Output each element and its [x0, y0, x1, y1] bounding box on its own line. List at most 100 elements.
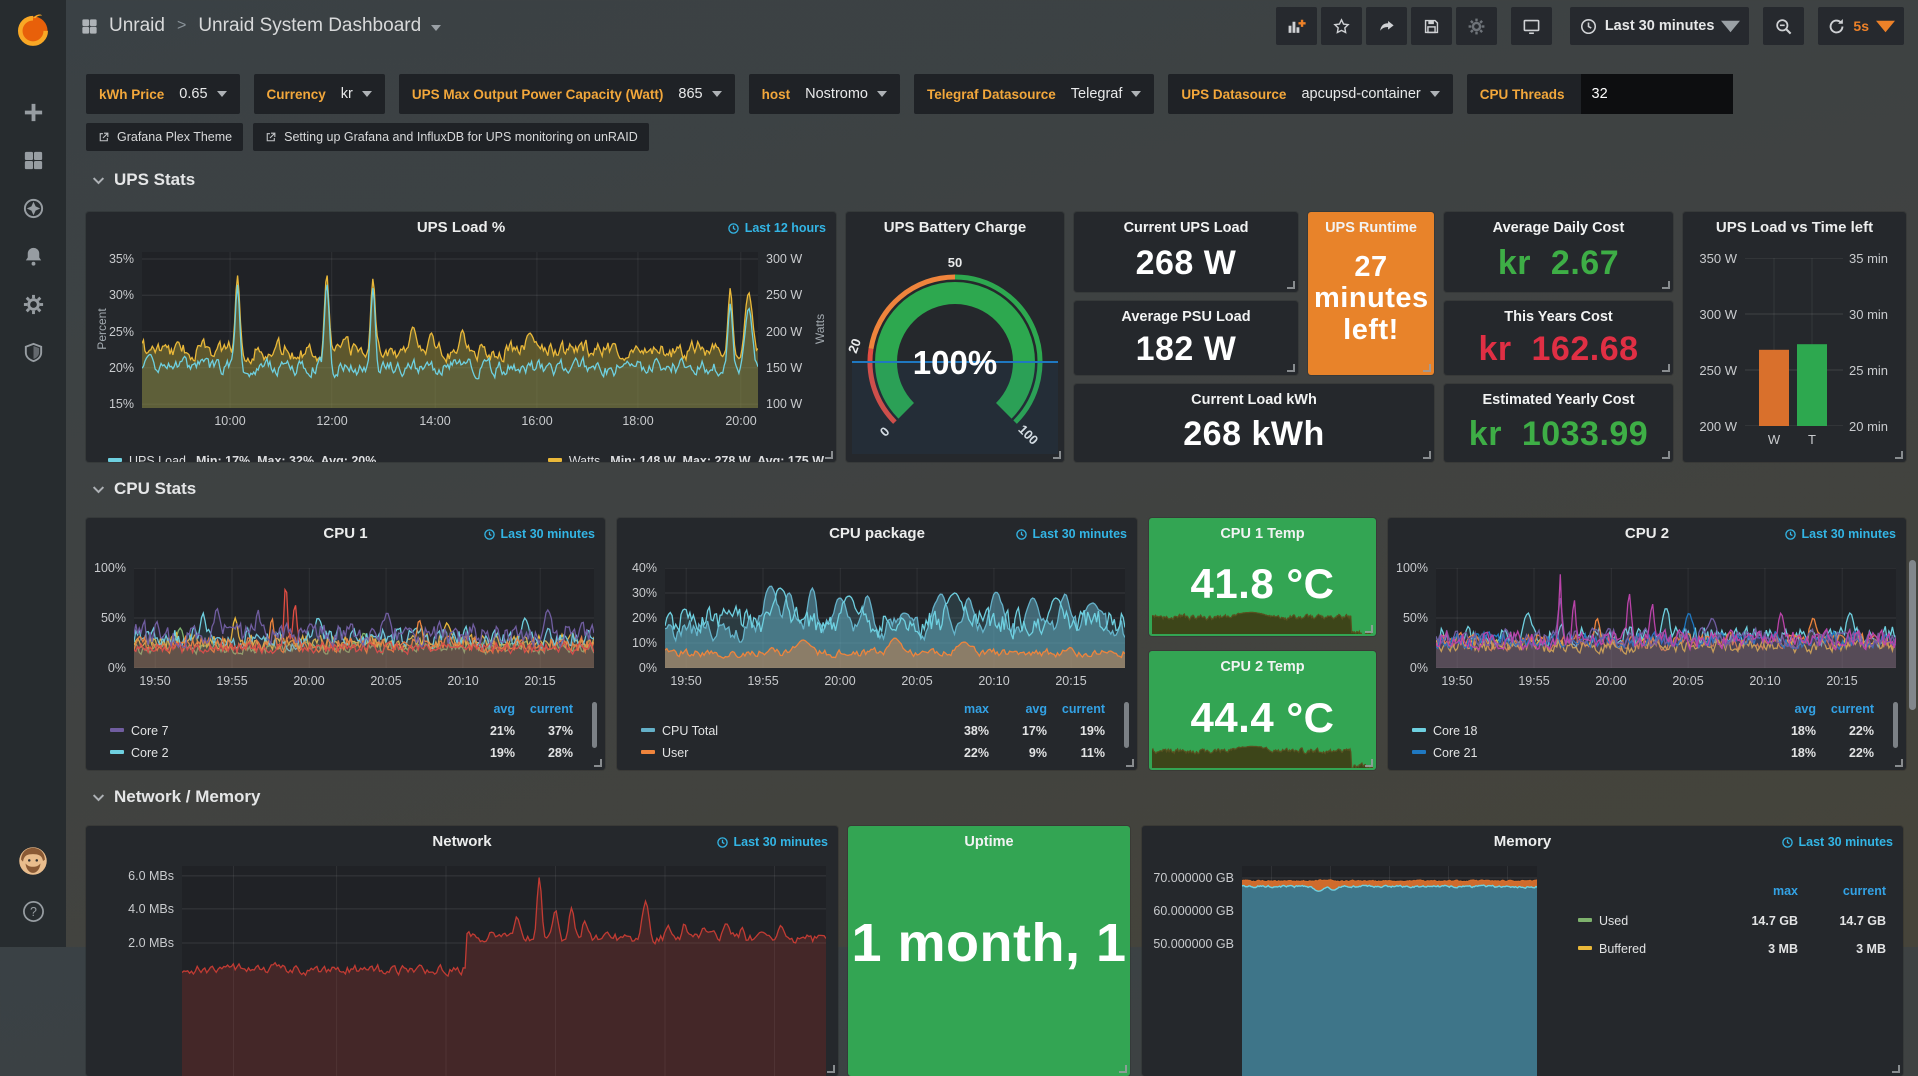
legend-header[interactable]: current	[521, 702, 573, 716]
chart-canvas[interactable]	[1152, 594, 1373, 634]
legend-header[interactable]: max	[1718, 884, 1798, 898]
chart-canvas[interactable]	[1152, 728, 1373, 768]
legend-scrollbar[interactable]	[1124, 702, 1129, 748]
section-header-2[interactable]: Network / Memory	[92, 787, 260, 807]
section-header-1[interactable]: CPU Stats	[92, 479, 196, 499]
zoom-out-button[interactable]	[1763, 7, 1804, 45]
explore-icon[interactable]	[9, 184, 57, 232]
dashboard-link-1[interactable]: Setting up Grafana and InfluxDB for UPS …	[253, 123, 649, 151]
stat-title[interactable]: Estimated Yearly Cost	[1444, 392, 1673, 408]
dashboard-link-0[interactable]: Grafana Plex Theme	[86, 123, 243, 151]
refresh-button[interactable]: 5s	[1818, 7, 1904, 45]
y-axis-tick: 4.0 MBs	[88, 902, 174, 916]
panel-cpu-2-temp: CPU 2 Temp44.4 °C	[1149, 651, 1376, 770]
dashboard-settings-button[interactable]	[1456, 7, 1497, 45]
grafana-logo-icon[interactable]	[9, 6, 57, 54]
breadcrumb-folder[interactable]: Unraid	[109, 15, 165, 37]
breadcrumb-separator: >	[177, 17, 186, 35]
save-dashboard-button[interactable]	[1411, 7, 1452, 45]
stat-title[interactable]: CPU 2 Temp	[1149, 659, 1376, 675]
variable-kwh-price[interactable]: kWh Price0.65	[86, 74, 240, 114]
chart-canvas[interactable]	[134, 568, 594, 668]
chart-canvas[interactable]	[1745, 258, 1843, 426]
variable-telegraf-datasource[interactable]: Telegraf DatasourceTelegraf	[914, 74, 1154, 114]
create-icon[interactable]	[9, 88, 57, 136]
x-axis-tick: 20:05	[1658, 674, 1718, 688]
variable-ups-max-output-power-capacity-watt[interactable]: UPS Max Output Power Capacity (Watt)865	[399, 74, 735, 114]
mark-favorite-button[interactable]	[1321, 7, 1362, 45]
breadcrumb-dashboard-title[interactable]: Unraid System Dashboard	[198, 15, 421, 37]
legend-header[interactable]: avg	[995, 702, 1047, 716]
chart-canvas[interactable]	[1436, 568, 1896, 668]
stat-title[interactable]: Uptime	[848, 834, 1130, 850]
user-avatar[interactable]	[9, 837, 57, 885]
legend-row: Core 7	[110, 724, 169, 738]
chart-canvas[interactable]	[1242, 866, 1537, 1076]
time-range-picker[interactable]: Last 30 minutes	[1570, 7, 1750, 45]
stat-title[interactable]: CPU 1 Temp	[1149, 526, 1376, 542]
legend-header[interactable]: avg	[1764, 702, 1816, 716]
stat-title[interactable]: UPS Runtime	[1308, 220, 1434, 236]
legend-header[interactable]: current	[1822, 702, 1874, 716]
legend-scrollbar[interactable]	[592, 702, 597, 748]
x-axis-tick: 20:00	[810, 674, 870, 688]
panel-title[interactable]: UPS Battery Charge	[846, 219, 1064, 236]
y-axis-tick: 35%	[88, 252, 134, 266]
stat-title[interactable]: Average PSU Load	[1074, 309, 1298, 325]
section-header-0[interactable]: UPS Stats	[92, 170, 195, 190]
variable-label: kWh Price	[99, 87, 164, 102]
legend-item: WattsMin: 148 W Max: 278 W Avg: 175 W	[548, 454, 824, 462]
bar-T[interactable]	[1797, 344, 1827, 426]
server-admin-shield-icon[interactable]	[9, 328, 57, 376]
legend-swatch	[1412, 728, 1426, 732]
configuration-gear-icon[interactable]	[9, 280, 57, 328]
legend-value: 3 MB	[1806, 942, 1886, 956]
variable-currency[interactable]: Currencykr	[254, 74, 385, 114]
panel-ups-load-pct: UPS Load %Last 12 hours35%30%25%20%15%30…	[86, 212, 836, 462]
cycle-view-mode-button[interactable]	[1511, 7, 1552, 45]
share-dashboard-button[interactable]	[1366, 7, 1407, 45]
y-axis-tick: 0%	[1390, 661, 1428, 675]
y-axis-tick: 70.000000 GB	[1144, 871, 1234, 885]
bar-W[interactable]	[1759, 350, 1789, 426]
chart-canvas[interactable]	[665, 568, 1125, 668]
legend-value: 11%	[1053, 746, 1105, 760]
panel-title[interactable]: UPS Load vs Time left	[1683, 219, 1906, 236]
legend-header[interactable]: max	[937, 702, 989, 716]
dashboard-dropdown-caret-icon[interactable]	[431, 25, 441, 31]
y-axis-tick: 300 W	[1683, 307, 1737, 322]
x-axis-tick: 19:50	[125, 674, 185, 688]
panel-network: NetworkLast 30 minutes6.0 MBs4.0 MBs2.0 …	[86, 826, 838, 1076]
y-axis-tick: 250 W	[1683, 363, 1737, 378]
page-scrollbar[interactable]	[1909, 560, 1916, 710]
stat-title[interactable]: This Years Cost	[1444, 309, 1673, 325]
help-icon[interactable]: ?	[9, 887, 57, 935]
add-panel-button[interactable]	[1276, 7, 1317, 45]
chart-canvas[interactable]	[182, 866, 826, 1076]
template-variables-row: kWh Price0.65 Currencykr UPS Max Output Po…	[86, 74, 1733, 114]
legend-header[interactable]: current	[1806, 884, 1886, 898]
variable-cpu-threads[interactable]: CPU Threads	[1467, 74, 1733, 114]
dashboards-icon[interactable]	[9, 136, 57, 184]
variable-label: UPS Max Output Power Capacity (Watt)	[412, 87, 664, 102]
panel-title[interactable]: UPS Load %	[86, 219, 836, 236]
y-axis-tick: 50%	[88, 611, 126, 625]
legend-header[interactable]: avg	[463, 702, 515, 716]
variable-host[interactable]: hostNostromo	[749, 74, 900, 114]
stat-title[interactable]: Average Daily Cost	[1444, 220, 1673, 236]
variable-ups-datasource[interactable]: UPS Datasourceapcupsd-container	[1168, 74, 1452, 114]
legend-scrollbar[interactable]	[1893, 702, 1898, 748]
stat-title[interactable]: Current Load kWh	[1074, 392, 1434, 408]
variable-input-cpu-threads[interactable]	[1581, 74, 1733, 114]
stat-title[interactable]: Current UPS Load	[1074, 220, 1298, 236]
bar-category-label: W	[1759, 432, 1789, 447]
dashboard-links-row: Grafana Plex Theme Setting up Grafana and…	[86, 123, 649, 151]
legend-value: 22%	[1822, 724, 1874, 738]
legend-header[interactable]: current	[1053, 702, 1105, 716]
legend-swatch	[110, 728, 124, 732]
panel-ups-runtime: UPS Runtime27 minutes left!	[1308, 212, 1434, 375]
alerting-bell-icon[interactable]	[9, 232, 57, 280]
stat-value: kr 162.68	[1444, 330, 1673, 369]
stat-value: 268 kWh	[1074, 415, 1434, 454]
chart-canvas[interactable]	[142, 252, 758, 408]
